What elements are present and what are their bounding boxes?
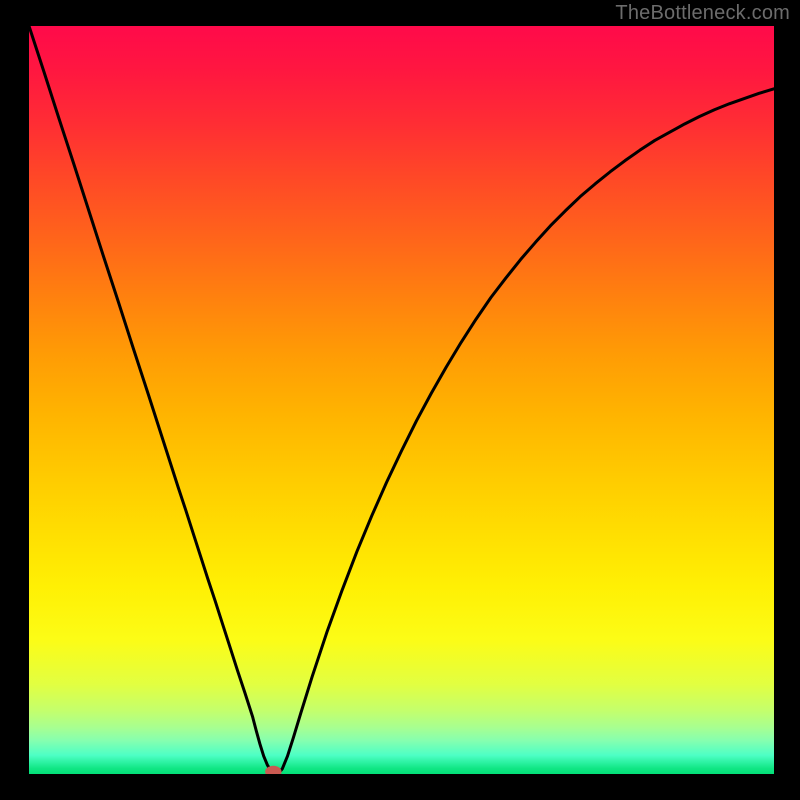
chart-svg bbox=[29, 26, 774, 774]
plot-area bbox=[29, 26, 774, 774]
chart-frame: TheBottleneck.com bbox=[0, 0, 800, 800]
gradient-background bbox=[29, 26, 774, 774]
source-watermark: TheBottleneck.com bbox=[615, 2, 790, 25]
